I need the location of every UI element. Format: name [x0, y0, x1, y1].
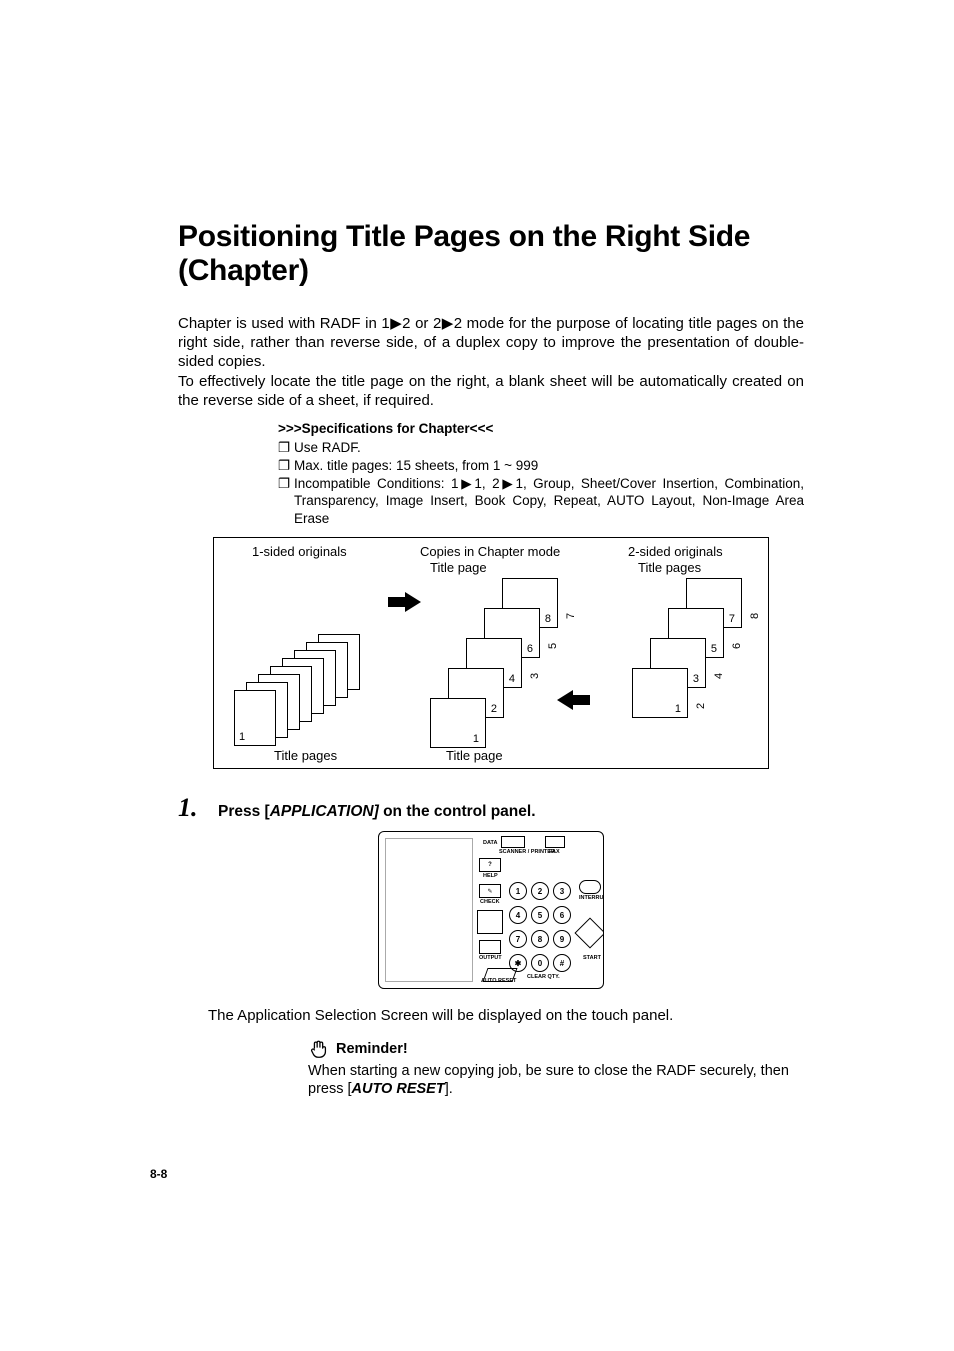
page-rot-num: 8: [749, 613, 761, 619]
panel-output-button: [479, 940, 501, 954]
keypad-key: #: [553, 954, 571, 972]
keypad-key: 6: [553, 906, 571, 924]
reminder-text: When starting a new copying job, be sure…: [308, 1062, 804, 1098]
panel-label-autoreset: AUTO RESET: [481, 978, 516, 984]
panel-label-check: CHECK: [480, 899, 500, 905]
step-1: 1. Press [APPLICATION] on the control pa…: [178, 793, 804, 823]
keypad-row: 1 2 3: [509, 882, 571, 900]
panel-label-clear: CLEAR QTY.: [527, 974, 560, 980]
keypad-row: ✱ 0 #: [509, 954, 571, 972]
specs-heading: >>>Specifications for Chapter<<<: [278, 420, 804, 438]
keypad-key: 8: [531, 930, 549, 948]
arrow-left-icon: [556, 692, 590, 708]
keypad-key: 7: [509, 930, 527, 948]
keypad-key: 1: [509, 882, 527, 900]
panel-label-start: START: [583, 955, 601, 961]
intro-paragraph-2: To effectively locate the title page on …: [178, 372, 804, 410]
step-prefix: Press [: [218, 803, 270, 820]
page-rot-num: 6: [731, 643, 743, 649]
page-num: 6: [527, 643, 533, 655]
diagram-label-right: 2-sided originals: [628, 544, 723, 559]
diagram-label-left: 1-sided originals: [252, 544, 347, 559]
bullet-icon: ❐: [278, 457, 294, 475]
panel-interrupt-button: [579, 880, 601, 894]
keypad-key: 0: [531, 954, 549, 972]
page-number: 8-8: [150, 1167, 167, 1181]
panel-check-button: ✎: [479, 884, 501, 898]
control-panel-illustration: DATA SCANNER / PRINTER FAX ? HELP ✎ CHEC…: [378, 831, 604, 989]
page-rot-num: 3: [529, 673, 541, 679]
spec-text: Max. title pages: 15 sheets, from 1 ~ 99…: [294, 457, 804, 475]
panel-screen: [385, 838, 473, 982]
result-text: The Application Selection Screen will be…: [208, 1007, 804, 1024]
step-suffix: on the control panel.: [379, 803, 536, 820]
bullet-icon: ❐: [278, 439, 294, 457]
keypad-key: 4: [509, 906, 527, 924]
reminder-line2: ].: [445, 1081, 453, 1097]
keypad-key: 9: [553, 930, 571, 948]
panel-help-button: ?: [479, 858, 501, 872]
keypad-key: 2: [531, 882, 549, 900]
specifications-block: >>>Specifications for Chapter<<< ❐ Use R…: [278, 420, 804, 527]
intro-paragraph-1: Chapter is used with RADF in 1▶2 or 2▶2 …: [178, 314, 804, 372]
page-rot-num: 2: [695, 703, 707, 709]
spec-bullet: ❐ Max. title pages: 15 sheets, from 1 ~ …: [278, 457, 804, 475]
page-title: Positioning Title Pages on the Right Sid…: [178, 220, 804, 288]
panel-label-interrupt: INTERRUPT: [579, 895, 604, 901]
step-instruction: Press [APPLICATION] on the control panel…: [218, 803, 536, 821]
page-num: 1: [473, 733, 479, 745]
panel-fax-box: [545, 836, 565, 848]
spec-text: Use RADF.: [294, 439, 804, 457]
reminder-block: Reminder! When starting a new copying jo…: [308, 1038, 804, 1098]
chapter-diagram: 1-sided originals Copies in Chapter mode…: [213, 537, 769, 769]
step-button-name: APPLICATION]: [270, 803, 379, 820]
panel-label-scanner: SCANNER / PRINTER: [499, 849, 555, 855]
diagram-label-titlepage-top: Title page: [430, 560, 487, 575]
keypad-key: 3: [553, 882, 571, 900]
panel-label-data: DATA: [483, 840, 497, 846]
page-num: 5: [711, 643, 717, 655]
page-num: 3: [693, 673, 699, 685]
diagram-label-titlepage-bottom: Title page: [446, 748, 503, 763]
page-rot-num: 7: [565, 613, 577, 619]
keypad-row: 4 5 6: [509, 906, 571, 924]
reminder-button: AUTO RESET: [352, 1081, 445, 1097]
diagram-label-titlepages-top: Title pages: [638, 560, 701, 575]
page-num: 7: [729, 613, 735, 625]
spec-bullet: ❐ Incompatible Conditions: 1▶1, 2▶1, Gro…: [278, 475, 804, 528]
panel-dial: [477, 910, 503, 934]
keypad-key: 5: [531, 906, 549, 924]
step-number: 1.: [178, 793, 218, 823]
panel-label-fax: FAX: [549, 849, 560, 855]
panel-stop-button: [574, 918, 604, 949]
page-rot-num: 5: [547, 643, 559, 649]
spec-bullet: ❐ Use RADF.: [278, 439, 804, 457]
panel-label-output: OUTPUT: [479, 955, 502, 961]
panel-scanner-box: [501, 836, 525, 848]
sheet-num: 1: [239, 731, 245, 743]
spec-text: Incompatible Conditions: 1▶1, 2▶1, Group…: [294, 475, 804, 528]
bullet-icon: ❐: [278, 475, 294, 493]
keypad-row: 7 8 9: [509, 930, 571, 948]
page-rot-num: 4: [713, 673, 725, 679]
diagram-label-titlepages-bottom: Title pages: [274, 748, 337, 763]
panel-label-help: HELP: [483, 873, 498, 879]
arrow-right-icon: [388, 594, 422, 610]
page-num: 2: [491, 703, 497, 715]
diagram-label-center: Copies in Chapter mode: [420, 544, 560, 559]
page-num: 4: [509, 673, 515, 685]
reminder-heading: Reminder!: [336, 1040, 408, 1058]
hand-icon: [308, 1038, 330, 1060]
page-num: 1: [675, 703, 681, 715]
page-num: 8: [545, 613, 551, 625]
